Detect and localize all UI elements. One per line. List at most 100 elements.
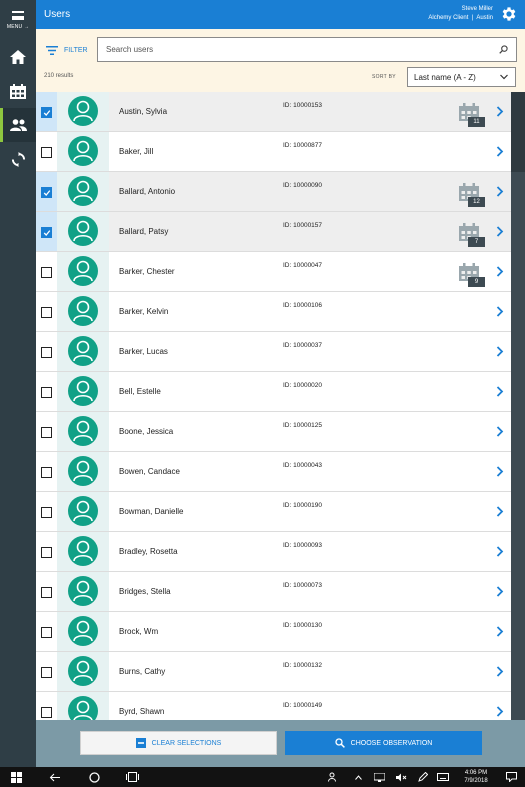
start-button[interactable] — [8, 767, 24, 787]
user-row[interactable]: Boone, Jessica ID: 10000125 — [36, 412, 511, 452]
cortana-button[interactable] — [86, 767, 102, 787]
person-icon — [73, 300, 93, 322]
checkbox-cell[interactable] — [36, 412, 57, 451]
filter-label: FILTER — [64, 46, 88, 54]
row-checkbox[interactable] — [41, 427, 52, 438]
menu-button[interactable]: MENU → — [0, 0, 36, 36]
user-row[interactable]: Barker, Lucas ID: 10000037 — [36, 332, 511, 372]
action-center-button[interactable] — [504, 767, 518, 787]
row-checkbox[interactable] — [41, 587, 52, 598]
task-view-button[interactable] — [124, 767, 140, 787]
row-checkbox[interactable] — [41, 667, 52, 678]
row-checkbox[interactable] — [41, 707, 52, 718]
checkbox-cell[interactable] — [36, 252, 57, 291]
user-row[interactable]: Burns, Cathy ID: 10000132 — [36, 652, 511, 692]
checkbox-cell[interactable] — [36, 92, 57, 131]
user-name: Bowen, Candace — [119, 467, 180, 476]
person-icon — [73, 220, 93, 242]
gear-icon[interactable] — [500, 5, 518, 23]
checkbox-cell[interactable] — [36, 692, 57, 720]
list-scrollbar[interactable] — [511, 92, 525, 720]
chevron-right-icon[interactable] — [496, 626, 504, 637]
chevron-right-icon[interactable] — [496, 466, 504, 477]
rail-item-sync[interactable] — [0, 142, 36, 176]
row-checkbox[interactable] — [41, 347, 52, 358]
user-row[interactable]: Bell, Estelle ID: 10000020 — [36, 372, 511, 412]
user-row[interactable]: Brock, Wm ID: 10000130 — [36, 612, 511, 652]
user-row[interactable]: Ballard, Patsy ID: 10000157 7 — [36, 212, 511, 252]
network-button[interactable] — [372, 767, 386, 787]
row-checkbox[interactable] — [41, 387, 52, 398]
checkbox-cell[interactable] — [36, 212, 57, 251]
checkbox-cell[interactable] — [36, 492, 57, 531]
row-checkbox[interactable] — [41, 267, 52, 278]
clear-selections-button[interactable]: CLEAR SELECTIONS — [80, 731, 277, 755]
checkbox-cell[interactable] — [36, 332, 57, 371]
avatar — [68, 96, 98, 126]
rail-item-users[interactable] — [0, 108, 36, 142]
sort-select[interactable]: Last name (A - Z) — [407, 67, 516, 87]
search-input[interactable] — [104, 38, 484, 61]
user-row[interactable]: Barker, Kelvin ID: 10000106 — [36, 292, 511, 332]
user-id: ID: 10000157 — [283, 222, 323, 229]
rail-item-home[interactable] — [0, 40, 36, 74]
avatar-cell — [57, 172, 109, 211]
row-checkbox[interactable] — [41, 307, 52, 318]
volume-button[interactable] — [394, 767, 408, 787]
choose-observation-button[interactable]: CHOOSE OBSERVATION — [285, 731, 482, 755]
chevron-right-icon[interactable] — [496, 386, 504, 397]
row-checkbox[interactable] — [41, 547, 52, 558]
user-row[interactable]: Bowman, Danielle ID: 10000190 — [36, 492, 511, 532]
checkbox-cell[interactable] — [36, 572, 57, 611]
search-box[interactable] — [97, 37, 517, 62]
checkbox-cell[interactable] — [36, 652, 57, 691]
checkbox-cell[interactable] — [36, 292, 57, 331]
keyboard-button[interactable] — [436, 767, 450, 787]
back-button[interactable] — [46, 767, 62, 787]
chevron-right-icon[interactable] — [496, 666, 504, 677]
checkbox-cell[interactable] — [36, 172, 57, 211]
people-button[interactable] — [326, 767, 340, 787]
clock[interactable]: 4:06 PM 7/9/2018 — [456, 769, 496, 785]
user-id: ID: 10000190 — [283, 502, 323, 509]
tray-expand-button[interactable] — [352, 767, 364, 787]
avatar — [68, 336, 98, 366]
chevron-right-icon[interactable] — [496, 226, 504, 237]
user-row[interactable]: Bradley, Rosetta ID: 10000093 — [36, 532, 511, 572]
chevron-right-icon[interactable] — [496, 186, 504, 197]
user-row[interactable]: Ballard, Antonio ID: 10000090 12 — [36, 172, 511, 212]
row-checkbox[interactable] — [41, 507, 52, 518]
row-checkbox[interactable] — [41, 467, 52, 478]
checkbox-cell[interactable] — [36, 372, 57, 411]
rail-item-calendar[interactable] — [0, 74, 36, 108]
checkbox-cell[interactable] — [36, 452, 57, 491]
scrollbar-thumb[interactable] — [511, 92, 525, 172]
pen-button[interactable] — [416, 767, 430, 787]
row-checkbox[interactable] — [41, 187, 52, 198]
chevron-right-icon[interactable] — [496, 586, 504, 597]
checkbox-cell[interactable] — [36, 132, 57, 171]
user-row[interactable]: Bowen, Candace ID: 10000043 — [36, 452, 511, 492]
chevron-right-icon[interactable] — [496, 306, 504, 317]
checkbox-cell[interactable] — [36, 532, 57, 571]
chevron-right-icon[interactable] — [496, 546, 504, 557]
user-row[interactable]: Bridges, Stella ID: 10000073 — [36, 572, 511, 612]
user-row[interactable]: Byrd, Shawn ID: 10000149 — [36, 692, 511, 720]
row-checkbox[interactable] — [41, 107, 52, 118]
chevron-right-icon[interactable] — [496, 426, 504, 437]
checkbox-cell[interactable] — [36, 612, 57, 651]
chevron-right-icon[interactable] — [496, 146, 504, 157]
row-checkbox[interactable] — [41, 227, 52, 238]
user-row[interactable]: Austin, Sylvia ID: 10000153 11 — [36, 92, 511, 132]
chevron-right-icon[interactable] — [496, 106, 504, 117]
chevron-right-icon[interactable] — [496, 346, 504, 357]
search-icon[interactable] — [499, 45, 508, 54]
user-row[interactable]: Barker, Chester ID: 10000047 9 — [36, 252, 511, 292]
chevron-right-icon[interactable] — [496, 706, 504, 717]
user-row[interactable]: Baker, Jill ID: 10000877 — [36, 132, 511, 172]
row-checkbox[interactable] — [41, 627, 52, 638]
row-checkbox[interactable] — [41, 147, 52, 158]
chevron-right-icon[interactable] — [496, 506, 504, 517]
filter-button[interactable]: FILTER — [46, 43, 88, 57]
chevron-right-icon[interactable] — [496, 266, 504, 277]
